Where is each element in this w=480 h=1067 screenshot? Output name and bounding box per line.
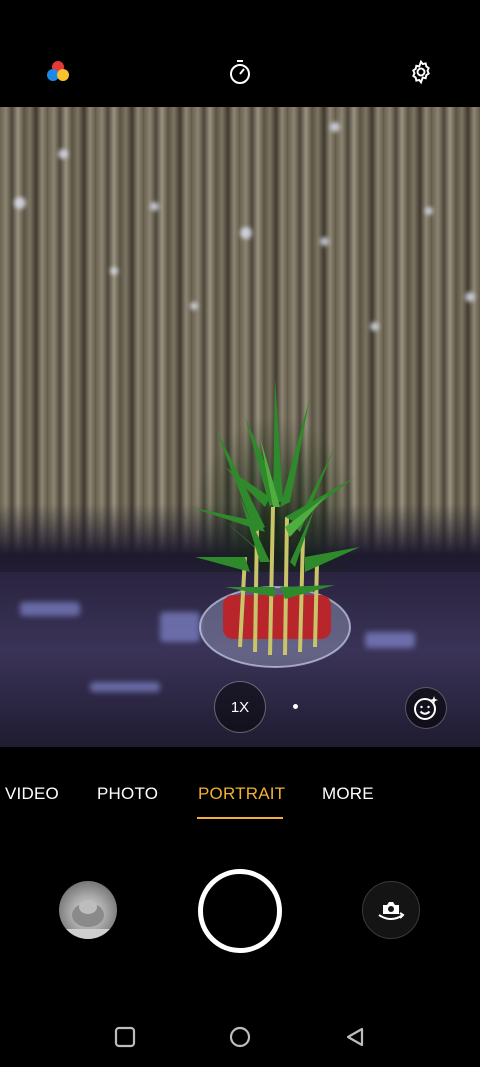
top-bar — [0, 0, 480, 107]
bamboo-plant — [190, 377, 360, 668]
active-mode-indicator — [197, 817, 283, 819]
table-reflection — [90, 682, 160, 692]
camera-switch-button[interactable] — [362, 881, 420, 939]
zoom-level-button[interactable]: 1X — [214, 681, 266, 733]
face-beauty-button[interactable] — [405, 687, 447, 729]
bokeh-light — [150, 202, 159, 211]
bokeh-light — [330, 122, 340, 132]
back-triangle-icon[interactable] — [343, 1025, 367, 1049]
bokeh-light — [370, 322, 379, 331]
bokeh-light — [190, 302, 198, 310]
home-circle-icon[interactable] — [228, 1025, 252, 1049]
timer-icon[interactable] — [224, 56, 256, 88]
gallery-thumbnail[interactable] — [59, 881, 117, 939]
bokeh-light — [425, 207, 433, 215]
shutter-button[interactable] — [198, 869, 282, 953]
mode-more[interactable]: MORE — [322, 784, 374, 804]
bokeh-light — [58, 149, 68, 159]
camera-switch-icon — [378, 902, 405, 920]
bokeh-light — [240, 227, 252, 239]
table-reflection — [365, 632, 415, 648]
zoom-label: 1X — [230, 698, 250, 716]
system-navigation-bar — [0, 1007, 480, 1067]
camera-viewfinder[interactable]: 1X — [0, 107, 480, 747]
color-filter-icon[interactable] — [42, 56, 74, 88]
bokeh-light — [320, 237, 329, 246]
mode-portrait[interactable]: PORTRAIT — [198, 784, 285, 804]
bokeh-light — [110, 267, 118, 275]
mode-photo[interactable]: PHOTO — [97, 784, 158, 804]
mode-video[interactable]: VIDEO — [5, 784, 59, 804]
zoom-step-dot[interactable] — [293, 704, 298, 709]
bokeh-light — [14, 197, 26, 209]
bokeh-light — [465, 292, 475, 302]
camera-app: 1X VIDEO PHOTO PORTRAIT MORE — [0, 0, 480, 1067]
face-beauty-icon — [414, 696, 438, 720]
table-reflection — [20, 602, 80, 616]
gallery-preview-image — [59, 900, 117, 939]
camera-mode-selector: VIDEO PHOTO PORTRAIT MORE — [0, 772, 480, 822]
settings-gear-icon[interactable] — [405, 56, 437, 88]
recents-square-icon[interactable] — [113, 1025, 137, 1049]
